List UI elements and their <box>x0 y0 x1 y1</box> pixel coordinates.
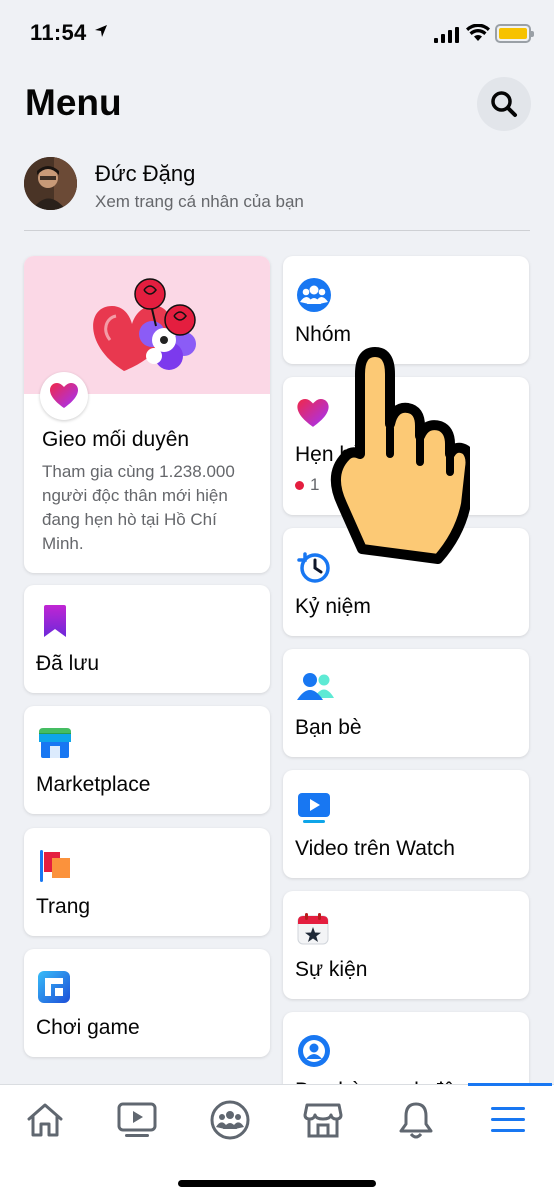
gaming-icon <box>38 971 70 1003</box>
pointing-hand-icon <box>331 347 470 564</box>
flag-icon <box>40 850 70 882</box>
tab-notifications[interactable] <box>393 1097 439 1143</box>
home-indicator <box>178 1180 376 1187</box>
wifi-icon <box>466 24 490 41</box>
menu-item-label: Chơi game <box>36 1016 140 1039</box>
menu-item-label: Video trên Watch <box>295 837 455 860</box>
watch-icon <box>298 793 330 823</box>
dating-title: Gieo mối duyên <box>42 428 190 451</box>
menu-item-gaming[interactable]: Chơi game <box>24 949 270 1057</box>
cellular-signal-icon <box>434 27 459 43</box>
search-icon <box>491 91 517 117</box>
notifications-icon <box>399 1102 433 1139</box>
profile-subtitle: Xem trang cá nhân của bạn <box>95 192 304 211</box>
menu-item-watch[interactable]: Video trên Watch <box>283 770 529 878</box>
menu-item-label: Đã lưu <box>36 652 100 675</box>
avatar <box>24 157 77 210</box>
nearby-friends-icon <box>298 1035 330 1067</box>
dating-description: Tham gia cùng 1.238.000 người độc thân m… <box>42 462 235 553</box>
menu-item-marketplace[interactable]: Marketplace <box>24 706 270 814</box>
dating-new-count: 1 <box>295 475 319 495</box>
profile-name: Đức Đặng <box>95 161 196 186</box>
marketplace-tab-icon <box>303 1103 343 1138</box>
events-icon <box>297 913 329 945</box>
menu-item-label: Marketplace <box>36 773 151 796</box>
groups-icon <box>297 278 331 312</box>
menu-item-label: Bạn bè <box>295 716 362 739</box>
menu-item-pages[interactable]: Trang <box>24 828 270 936</box>
groups-tab-icon <box>210 1100 250 1140</box>
tab-home[interactable] <box>22 1097 68 1143</box>
friends-icon <box>297 673 334 700</box>
profile-row[interactable]: Đức Đặng Xem trang cá nhân của bạn <box>24 157 530 217</box>
menu-item-label: Kỷ niệm <box>295 595 371 618</box>
battery-icon <box>495 24 534 43</box>
tab-groups[interactable] <box>207 1097 253 1143</box>
dating-promo-card[interactable]: Gieo mối duyên Tham gia cùng 1.238.000 n… <box>24 256 270 573</box>
tab-marketplace[interactable] <box>300 1097 346 1143</box>
watch-tab-icon <box>117 1102 157 1137</box>
dating-heart-icon <box>40 372 88 420</box>
status-bar: 11:54 <box>0 0 554 70</box>
menu-item-saved[interactable]: Đã lưu <box>24 585 270 693</box>
tab-menu[interactable] <box>485 1097 531 1143</box>
active-tab-indicator <box>468 1083 552 1086</box>
tab-watch[interactable] <box>114 1097 160 1143</box>
marketplace-icon <box>39 728 71 758</box>
menu-item-label: Sự kiện <box>295 958 368 981</box>
search-button[interactable] <box>477 77 531 131</box>
menu-icon <box>491 1107 525 1132</box>
location-arrow-icon <box>95 25 107 37</box>
menu-item-events[interactable]: Sự kiện <box>283 891 529 999</box>
page-title: Menu <box>25 82 122 123</box>
status-time: 11:54 <box>30 20 87 45</box>
home-icon <box>27 1103 63 1137</box>
divider <box>24 230 530 231</box>
menu-item-friends[interactable]: Bạn bè <box>283 649 529 757</box>
menu-item-label: Trang <box>36 895 91 918</box>
bookmark-icon <box>44 605 66 637</box>
